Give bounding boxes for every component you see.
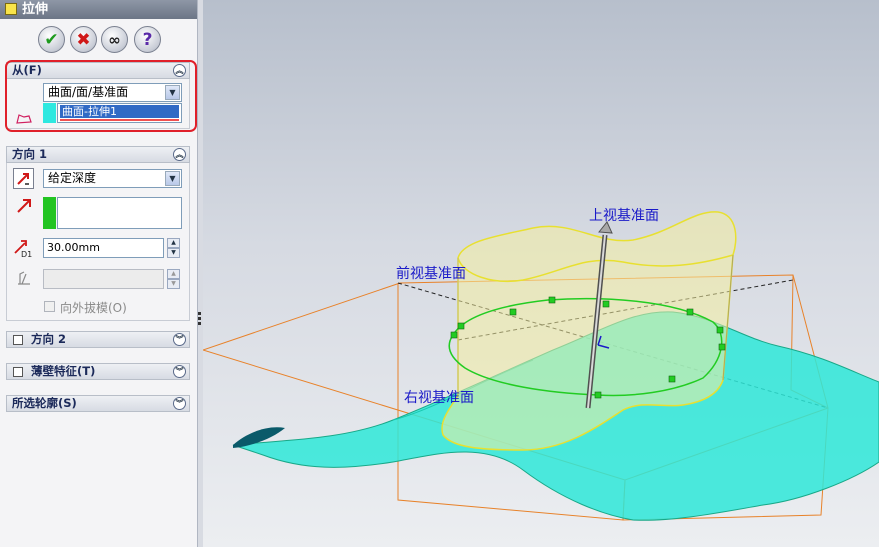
spin-down-icon[interactable]: ▼ <box>167 248 180 258</box>
extrude-feature-icon <box>5 3 17 15</box>
reverse-direction-icon <box>17 173 29 185</box>
chevron-down-icon[interactable]: ▼ <box>165 171 180 186</box>
collapse-up-icon[interactable]: ︽ <box>173 64 186 77</box>
selected-contours-section-label: 所选轮廓(S) <box>12 396 77 410</box>
thin-feature-section-label: 薄壁特征(T) <box>31 364 96 378</box>
from-section-header[interactable]: 从(F) ︽ <box>6 62 190 79</box>
from-type-value: 曲面/面/基准面 <box>48 85 129 99</box>
property-manager-panel: 拉伸 ✔ ✖ ∞ ? 从(F) ︽ 曲面/面/基准面 ▼ 曲面-拉伸1 方向 1… <box>0 0 198 547</box>
draft-outward-checkbox[interactable] <box>44 301 55 312</box>
property-manager-title-bar: 拉伸 <box>0 0 197 19</box>
chevron-down-icon[interactable]: ▼ <box>165 85 180 100</box>
cancel-button[interactable]: ✖ <box>70 26 97 53</box>
direction1-section-label: 方向 1 <box>12 147 48 161</box>
direction-color-swatch <box>43 197 56 229</box>
from-section-label: 从(F) <box>12 63 42 77</box>
thin-feature-checkbox[interactable] <box>13 367 23 377</box>
from-section-body: 曲面/面/基准面 ▼ 曲面-拉伸1 <box>6 79 190 129</box>
model-view <box>203 211 879 521</box>
collapse-up-icon[interactable]: ︽ <box>173 148 186 161</box>
selection-underline <box>60 119 179 121</box>
checkmark-icon: ✔ <box>44 29 59 50</box>
action-button-row: ✔ ✖ ∞ ? <box>0 26 197 56</box>
draft-outward-label: 向外拔模(O) <box>60 301 127 315</box>
help-icon: ? <box>142 29 153 50</box>
ok-button[interactable]: ✔ <box>38 26 65 53</box>
spin-up-icon[interactable]: ▲ <box>167 238 180 248</box>
splitter-grip-icon[interactable] <box>197 310 202 332</box>
draft-angle-input[interactable] <box>43 269 164 289</box>
graphics-viewport[interactable]: 上视基准面 前视基准面 右视基准面 <box>203 0 879 547</box>
from-type-select[interactable]: 曲面/面/基准面 ▼ <box>43 83 182 102</box>
property-manager-title: 拉伸 <box>22 2 49 17</box>
help-button[interactable]: ? <box>134 26 161 53</box>
surface-face-icon <box>16 114 32 124</box>
direction2-checkbox[interactable] <box>13 335 23 345</box>
spin-up-icon[interactable]: ▲ <box>167 269 180 279</box>
direction-arrow-icon <box>17 199 31 213</box>
detailed-preview-button[interactable]: ∞ <box>101 26 128 53</box>
expand-down-icon[interactable]: ︾ <box>173 333 186 346</box>
end-condition-value: 给定深度 <box>48 171 97 185</box>
direction1-section-body: 给定深度 ▼ D1 30.00mm ▲ ▼ ▲ ▼ 向外拔模(O) <box>6 163 190 321</box>
top-plane-label[interactable]: 上视基准面 <box>589 205 659 225</box>
depth-input[interactable]: 30.00mm <box>43 238 164 258</box>
front-plane-label[interactable]: 前视基准面 <box>396 263 466 283</box>
from-selection-list[interactable]: 曲面-拉伸1 <box>57 103 182 123</box>
spin-down-icon[interactable]: ▼ <box>167 279 180 289</box>
glasses-icon: ∞ <box>108 30 121 49</box>
expand-down-icon[interactable]: ︾ <box>173 365 186 378</box>
close-icon: ✖ <box>76 29 91 50</box>
direction1-section-header[interactable]: 方向 1 ︽ <box>6 146 190 163</box>
selected-contours-section-header[interactable]: 所选轮廓(S) ︾ <box>6 395 190 412</box>
direction2-section-label: 方向 2 <box>31 332 67 346</box>
thin-feature-section-header[interactable]: 薄壁特征(T) ︾ <box>6 363 190 380</box>
direction2-section-header[interactable]: 方向 2 ︾ <box>6 331 190 348</box>
expand-down-icon[interactable]: ︾ <box>173 397 186 410</box>
direction-vector-list[interactable] <box>57 197 182 229</box>
svg-text:D1: D1 <box>21 250 32 259</box>
depth-dimension-icon: D1 <box>14 240 32 259</box>
draft-angle-icon <box>18 271 30 285</box>
right-plane-label[interactable]: 右视基准面 <box>404 387 474 407</box>
selection-color-swatch <box>43 103 56 123</box>
selected-surface-item[interactable]: 曲面-拉伸1 <box>60 105 179 118</box>
depth-spinner[interactable]: ▲ ▼ <box>167 238 180 258</box>
draft-angle-spinner[interactable]: ▲ ▼ <box>167 269 180 289</box>
end-condition-select[interactable]: 给定深度 ▼ <box>43 169 182 188</box>
reverse-direction-button[interactable] <box>13 168 34 189</box>
